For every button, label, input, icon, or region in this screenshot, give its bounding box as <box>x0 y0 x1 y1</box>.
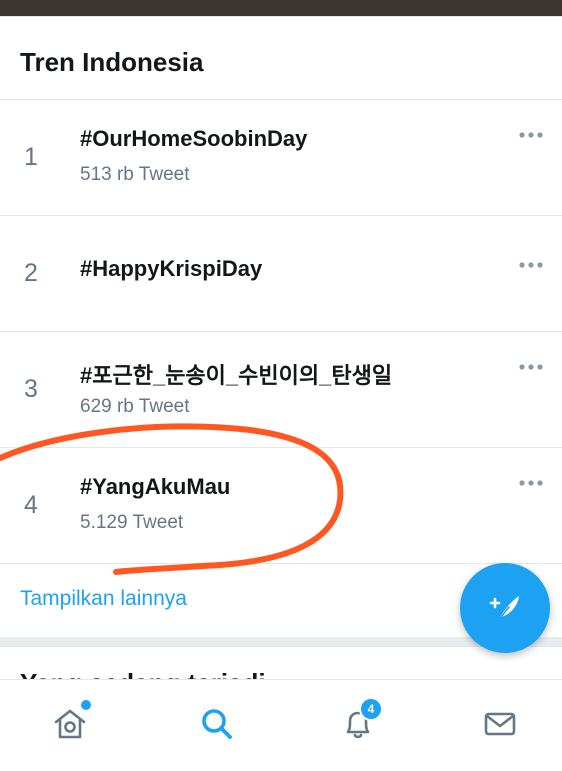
mail-icon <box>484 712 516 736</box>
page: Tren Indonesia 1 #OurHomeSoobinDay 513 r… <box>0 0 562 771</box>
trend-item[interactable]: 4 #YangAkuMau 5.129 Tweet <box>0 448 562 563</box>
tab-notifications[interactable]: 4 <box>288 680 428 771</box>
trend-hashtag: #포근한_눈송이_수빈이의_탄생일 <box>80 363 393 388</box>
tab-home[interactable] <box>0 680 140 771</box>
trend-hashtag: #OurHomeSoobinDay <box>80 126 308 151</box>
more-horizontal-icon[interactable] <box>518 260 544 270</box>
divider <box>0 563 562 564</box>
trend-item[interactable]: 3 #포근한_눈송이_수빈이의_탄생일 629 rb Tweet <box>0 332 562 447</box>
notification-count-badge: 4 <box>359 697 383 721</box>
new-content-indicator <box>81 700 91 710</box>
trend-rank: 4 <box>24 491 38 519</box>
trend-hashtag: #YangAkuMau <box>80 474 231 499</box>
more-horizontal-icon[interactable] <box>518 130 544 140</box>
trends-card: Tren Indonesia 1 #OurHomeSoobinDay 513 r… <box>0 16 562 637</box>
compose-tweet-icon <box>489 596 519 623</box>
trend-tweet-count: 513 rb Tweet <box>80 164 190 185</box>
search-icon <box>202 709 232 739</box>
trend-rank: 1 <box>24 143 38 171</box>
more-horizontal-icon[interactable] <box>518 478 544 488</box>
section-title: Tren Indonesia <box>20 47 204 77</box>
trend-tweet-count: 629 rb Tweet <box>80 396 190 417</box>
trend-tweet-count: 5.129 Tweet <box>80 512 184 533</box>
trend-item[interactable]: 2 #HappyKrispiDay <box>0 216 562 331</box>
more-horizontal-icon[interactable] <box>518 362 544 372</box>
home-icon <box>54 709 86 739</box>
trend-rank: 2 <box>24 259 38 287</box>
bottom-tab-bar: 4 <box>0 679 562 771</box>
trend-rank: 3 <box>24 375 38 403</box>
trend-hashtag: #HappyKrispiDay <box>80 256 263 281</box>
tab-messages[interactable] <box>430 680 562 771</box>
tab-search[interactable] <box>147 680 287 771</box>
show-more-link[interactable]: Tampilkan lainnya <box>20 587 187 611</box>
trend-item[interactable]: 1 #OurHomeSoobinDay 513 rb Tweet <box>0 100 562 215</box>
compose-tweet-button[interactable] <box>460 563 550 653</box>
top-image-strip <box>0 0 562 16</box>
